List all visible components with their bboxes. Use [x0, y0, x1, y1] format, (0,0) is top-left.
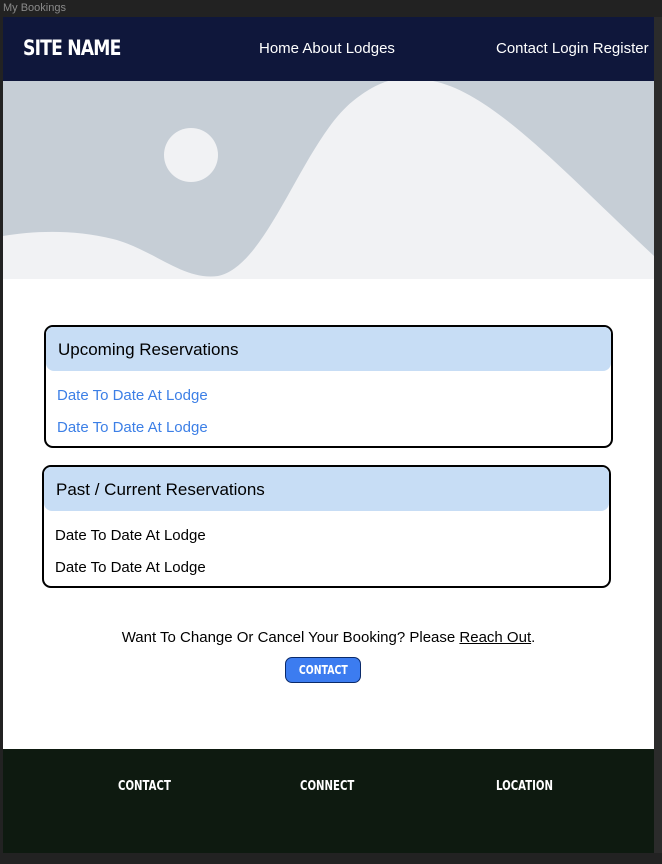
nav-links-account[interactable]: Contact Login Register: [496, 40, 649, 57]
upcoming-reservations-card: Upcoming Reservations Date To Date At Lo…: [44, 325, 613, 448]
past-reservation-item: Date To Date At Lodge: [55, 559, 206, 576]
reach-out-link[interactable]: Reach Out: [459, 629, 531, 646]
upcoming-reservation-link[interactable]: Date To Date At Lodge: [57, 419, 208, 436]
page: SITE NAME Home About Lodges Contact Logi…: [3, 17, 654, 853]
contact-button[interactable]: CONTACT: [285, 657, 361, 683]
change-booking-prefix: Want To Change Or Cancel Your Booking? P…: [121, 629, 460, 646]
change-booking-text: Want To Change Or Cancel Your Booking? P…: [3, 629, 654, 646]
top-nav: SITE NAME Home About Lodges Contact Logi…: [3, 17, 654, 81]
footer-contact-heading: CONTACT: [118, 779, 186, 794]
window-title: My Bookings: [3, 2, 66, 14]
upcoming-reservations-title: Upcoming Reservations: [46, 327, 611, 371]
past-reservation-item: Date To Date At Lodge: [55, 527, 206, 544]
footer-connect-label: CONNECT: [300, 779, 355, 794]
past-reservations-title: Past / Current Reservations: [44, 467, 609, 511]
footer-connect-heading: CONNECT: [300, 779, 370, 794]
upcoming-reservation-link[interactable]: Date To Date At Lodge: [57, 387, 208, 404]
footer: CONTACT CONNECT LOCATION: [3, 749, 654, 853]
contact-button-label: CONTACT: [298, 663, 348, 677]
hero-image: [3, 81, 654, 279]
footer-contact-label: CONTACT: [118, 779, 171, 794]
nav-links-main[interactable]: Home About Lodges: [259, 40, 395, 57]
change-booking-suffix: .: [531, 629, 536, 646]
past-reservations-card: Past / Current Reservations Date To Date…: [42, 465, 611, 588]
site-name-logo[interactable]: SITE NAME: [23, 36, 121, 60]
image-placeholder-icon: [3, 81, 654, 279]
footer-location-label: LOCATION: [496, 779, 554, 794]
window-edge: [654, 17, 662, 853]
footer-location-heading: LOCATION: [496, 779, 569, 794]
